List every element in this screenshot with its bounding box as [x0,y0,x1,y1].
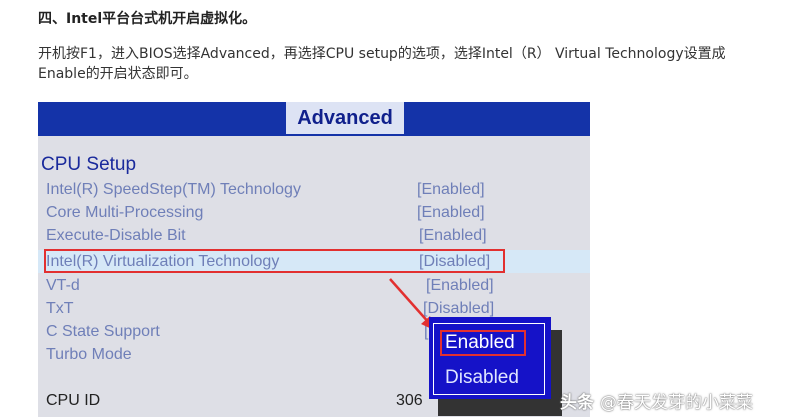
option-disabled[interactable]: Disabled [440,365,531,391]
cpu-id-label: CPU ID [46,392,101,409]
bios-screenshot: Advanced CPU Setup Intel(R) SpeedStep(TM… [38,102,590,417]
cpu-id-value: 306 [396,392,423,409]
watermark: 头条 @春天发芽的小菜菜 [560,388,753,413]
popup-frame: Enabled Disabled [433,323,545,395]
watermark-logo: 头条 [560,393,594,413]
article-heading: 四、Intel平台台式机开启虚拟化。 [38,11,257,27]
option-enabled[interactable]: Enabled [440,330,526,356]
option-popup: Enabled Disabled [429,317,551,399]
article-paragraph: 开机按F1，进入BIOS选择Advanced，再选择CPU setup的选项，选… [38,46,726,82]
watermark-text: @春天发芽的小菜菜 [600,393,753,413]
